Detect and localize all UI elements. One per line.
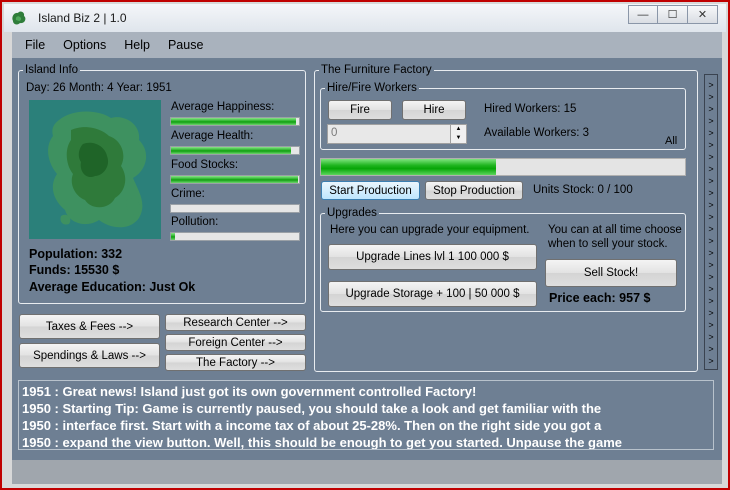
upgrades-legend: Upgrades (327, 207, 377, 219)
window-title: Island Biz 2 | 1.0 (38, 11, 127, 25)
expand-chevron-icon: > (708, 332, 714, 342)
message-log[interactable]: 1951 : Great news! Island just got its o… (18, 380, 714, 450)
health-bar-fill (171, 147, 292, 154)
expand-chevron-icon: > (708, 248, 714, 258)
expand-chevron-icon: > (708, 212, 714, 222)
taxes-fees-button[interactable]: Taxes & Fees --> (19, 314, 160, 339)
expand-chevron-icon: > (708, 308, 714, 318)
workers-amount-stepper[interactable]: 0 ▲ ▼ (327, 124, 467, 144)
close-button[interactable]: ✕ (688, 5, 718, 24)
expand-chevron-icon: > (708, 296, 714, 306)
factory-button[interactable]: The Factory --> (165, 354, 306, 371)
workers-amount-value: 0 (331, 127, 338, 139)
stat-happiness-label: Average Happiness: (171, 101, 275, 113)
hire-fire-legend: Hire/Fire Workers (327, 82, 417, 94)
stat-crime-label: Crime: (171, 188, 205, 200)
expand-chevron-icon: > (708, 320, 714, 330)
maximize-button[interactable]: ☐ (658, 5, 688, 24)
expand-chevron-icon: > (708, 260, 714, 270)
menu-bar: File Options Help Pause (12, 32, 722, 58)
status-bar (12, 460, 722, 484)
happiness-bar-fill (171, 118, 297, 125)
expand-chevron-icon: > (708, 152, 714, 162)
stepper-down-icon[interactable]: ▼ (451, 134, 466, 143)
stat-health-label: Average Health: (171, 130, 254, 142)
expand-chevron-icon: > (708, 188, 714, 198)
hired-workers-text: Hired Workers: 15 (484, 103, 577, 115)
island-info-legend: Island Info (25, 64, 79, 76)
log-line: 1950 : interface first. Start with a inc… (22, 418, 602, 433)
expand-chevron-icon: > (708, 176, 714, 186)
expand-chevron-icon: > (708, 236, 714, 246)
foreign-center-button[interactable]: Foreign Center --> (165, 334, 306, 351)
fire-button[interactable]: Fire (328, 100, 392, 120)
stat-pollution-label: Pollution: (171, 216, 219, 228)
menu-help[interactable]: Help (115, 38, 159, 52)
expand-chevron-icon: > (708, 272, 714, 282)
minimize-button[interactable]: — (628, 5, 658, 24)
log-line: 1950 : expand the view button. Well, thi… (22, 435, 623, 450)
window-controls: — ☐ ✕ (628, 5, 718, 25)
expand-chevron-icon: > (708, 80, 714, 90)
expand-chevron-icon: > (708, 200, 714, 210)
expand-chevron-icon: > (708, 224, 714, 234)
pollution-bar (170, 232, 300, 241)
stop-production-button[interactable]: Stop Production (425, 181, 523, 200)
crime-bar (170, 204, 300, 213)
production-progress-bar (320, 158, 686, 176)
island-map (29, 100, 161, 239)
health-bar (170, 146, 300, 155)
pollution-bar-fill (171, 233, 175, 240)
price-each-text: Price each: 957 $ (549, 291, 651, 305)
start-production-button[interactable]: Start Production (321, 181, 420, 200)
funds-text: Funds: 15530 $ (29, 263, 120, 277)
sell-hint-line-2: when to sell your stock. (548, 238, 668, 250)
expand-chevron-icon: > (708, 356, 714, 366)
research-center-button[interactable]: Research Center --> (165, 314, 306, 331)
title-bar[interactable]: Island Biz 2 | 1.0 — ☐ ✕ (4, 4, 726, 32)
sell-hint-line-1: You can at all time choose (548, 224, 682, 236)
upgrade-storage-button[interactable]: Upgrade Storage + 100 | 50 000 $ (328, 281, 537, 307)
available-workers-text: Available Workers: 3 (484, 127, 590, 139)
production-progress-fill (321, 159, 496, 175)
game-date: Day: 26 Month: 4 Year: 1951 (26, 82, 172, 94)
expand-chevron-icon: > (708, 116, 714, 126)
expand-chevron-icon: > (708, 92, 714, 102)
expand-chevron-icon: > (708, 164, 714, 174)
island-app-icon (12, 11, 26, 25)
factory-legend: The Furniture Factory (321, 64, 432, 76)
all-label: All (665, 135, 678, 147)
food-bar (170, 175, 300, 184)
spendings-laws-button[interactable]: Spendings & Laws --> (19, 343, 160, 368)
expand-view-button[interactable]: > > > > > > > > > > > > > > > > > > > > > > > > (704, 74, 718, 370)
population-text: Population: 332 (29, 247, 123, 261)
upgrades-hint: Here you can upgrade your equipment. (330, 224, 530, 236)
stat-food-label: Food Stocks: (171, 159, 239, 171)
log-line: 1950 : Starting Tip: Game is currently p… (22, 401, 602, 416)
education-text: Average Education: Just Ok (29, 280, 196, 294)
stepper-up-icon[interactable]: ▲ (451, 125, 466, 134)
upgrade-lines-button[interactable]: Upgrade Lines lvl 1 100 000 $ (328, 244, 537, 270)
menu-options[interactable]: Options (54, 38, 115, 52)
food-bar-fill (171, 176, 298, 183)
log-line: 1951 : Great news! Island just got its o… (22, 384, 477, 399)
expand-chevron-icon: > (708, 128, 714, 138)
expand-chevron-icon: > (708, 104, 714, 114)
hire-button[interactable]: Hire (402, 100, 466, 120)
expand-chevron-icon: > (708, 344, 714, 354)
menu-file[interactable]: File (16, 38, 54, 52)
sell-stock-button[interactable]: Sell Stock! (545, 259, 677, 287)
happiness-bar (170, 117, 300, 126)
expand-chevron-icon: > (708, 284, 714, 294)
expand-chevron-icon: > (708, 140, 714, 150)
menu-pause[interactable]: Pause (159, 38, 212, 52)
stepper-arrows: ▲ ▼ (450, 125, 466, 143)
units-stock-text: Units Stock: 0 / 100 (533, 184, 633, 196)
